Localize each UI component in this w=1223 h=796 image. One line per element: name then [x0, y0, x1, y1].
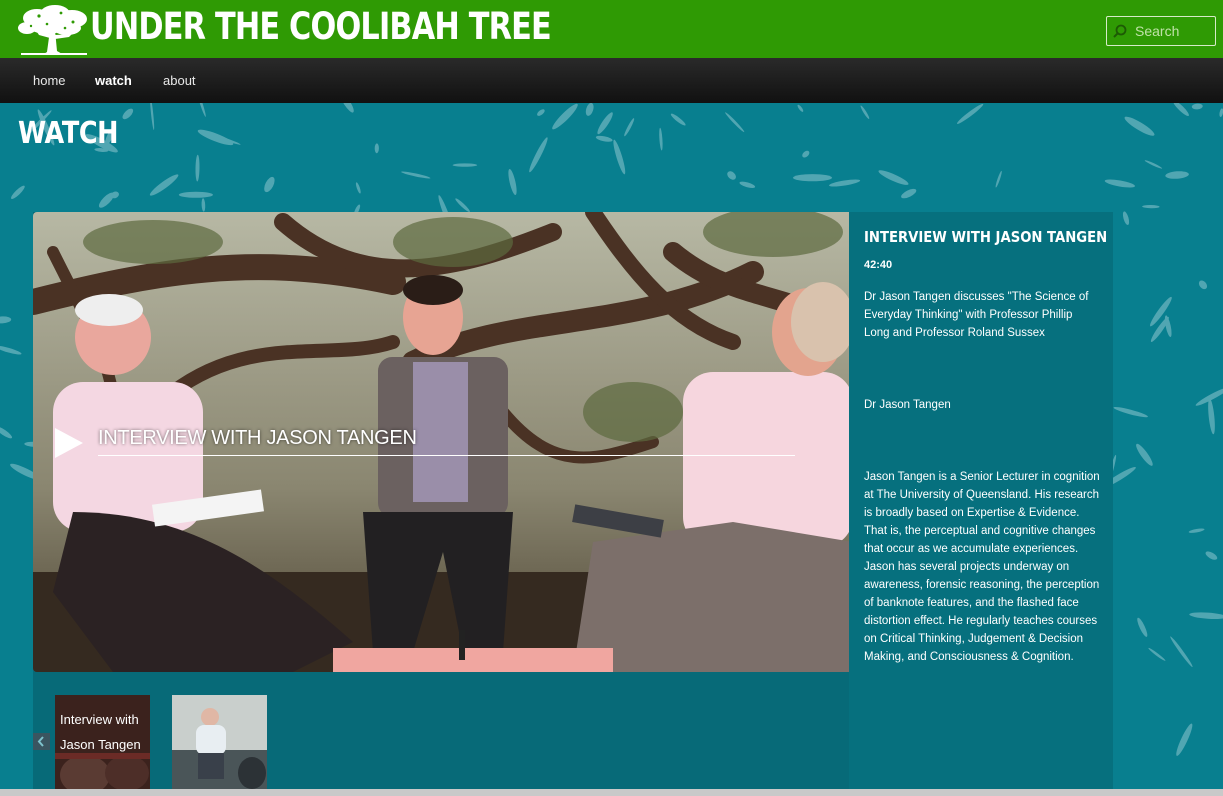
video-progress-bar[interactable]	[98, 455, 795, 456]
thumbnail-image	[172, 695, 267, 790]
site-header: UNDER THE COOLIBAH TREE	[0, 0, 1223, 58]
video-title-overlay: INTERVIEW WITH JASON TANGEN	[98, 427, 417, 449]
tree-icon[interactable]	[17, 4, 91, 56]
video-summary: Dr Jason Tangen discusses "The Science o…	[864, 291, 1089, 339]
video-thumbnail[interactable]	[172, 695, 267, 790]
video-info-sidebar: INTERVIEW WITH JASON TANGEN 42:40 Dr Jas…	[849, 212, 1113, 790]
video-duration: 42:40	[864, 259, 893, 271]
site-title[interactable]: UNDER THE COOLIBAH TREE	[90, 5, 552, 49]
nav-item-home[interactable]: home	[33, 73, 66, 88]
main-nav: home watch about	[0, 58, 1223, 103]
carousel-prev-button[interactable]	[33, 733, 50, 750]
speaker-bio: Jason Tangen is a Senior Lecturer in cog…	[864, 471, 1100, 663]
search-input[interactable]	[1135, 22, 1213, 40]
play-icon[interactable]	[53, 426, 85, 460]
bottom-scroll-edge	[0, 789, 1223, 796]
nav-item-about[interactable]: about	[163, 73, 196, 88]
page-title: WATCH	[18, 116, 119, 151]
video-player[interactable]: INTERVIEW WITH JASON TANGEN	[33, 212, 853, 672]
speaker-name: Dr Jason Tangen	[864, 399, 951, 411]
video-thumbnail[interactable]: Interview with Jason Tangen	[55, 695, 150, 790]
chevron-left-icon	[37, 736, 44, 747]
nav-item-watch[interactable]: watch	[95, 73, 132, 88]
search-box[interactable]	[1106, 16, 1216, 46]
leaf-shape	[178, 191, 213, 198]
search-icon	[1113, 24, 1127, 38]
leaf-shape	[793, 174, 832, 182]
leaf-shape	[452, 163, 478, 167]
thumbnail-label: Interview with Jason Tangen	[60, 712, 141, 752]
video-title: INTERVIEW WITH JASON TANGEN	[864, 228, 1108, 246]
